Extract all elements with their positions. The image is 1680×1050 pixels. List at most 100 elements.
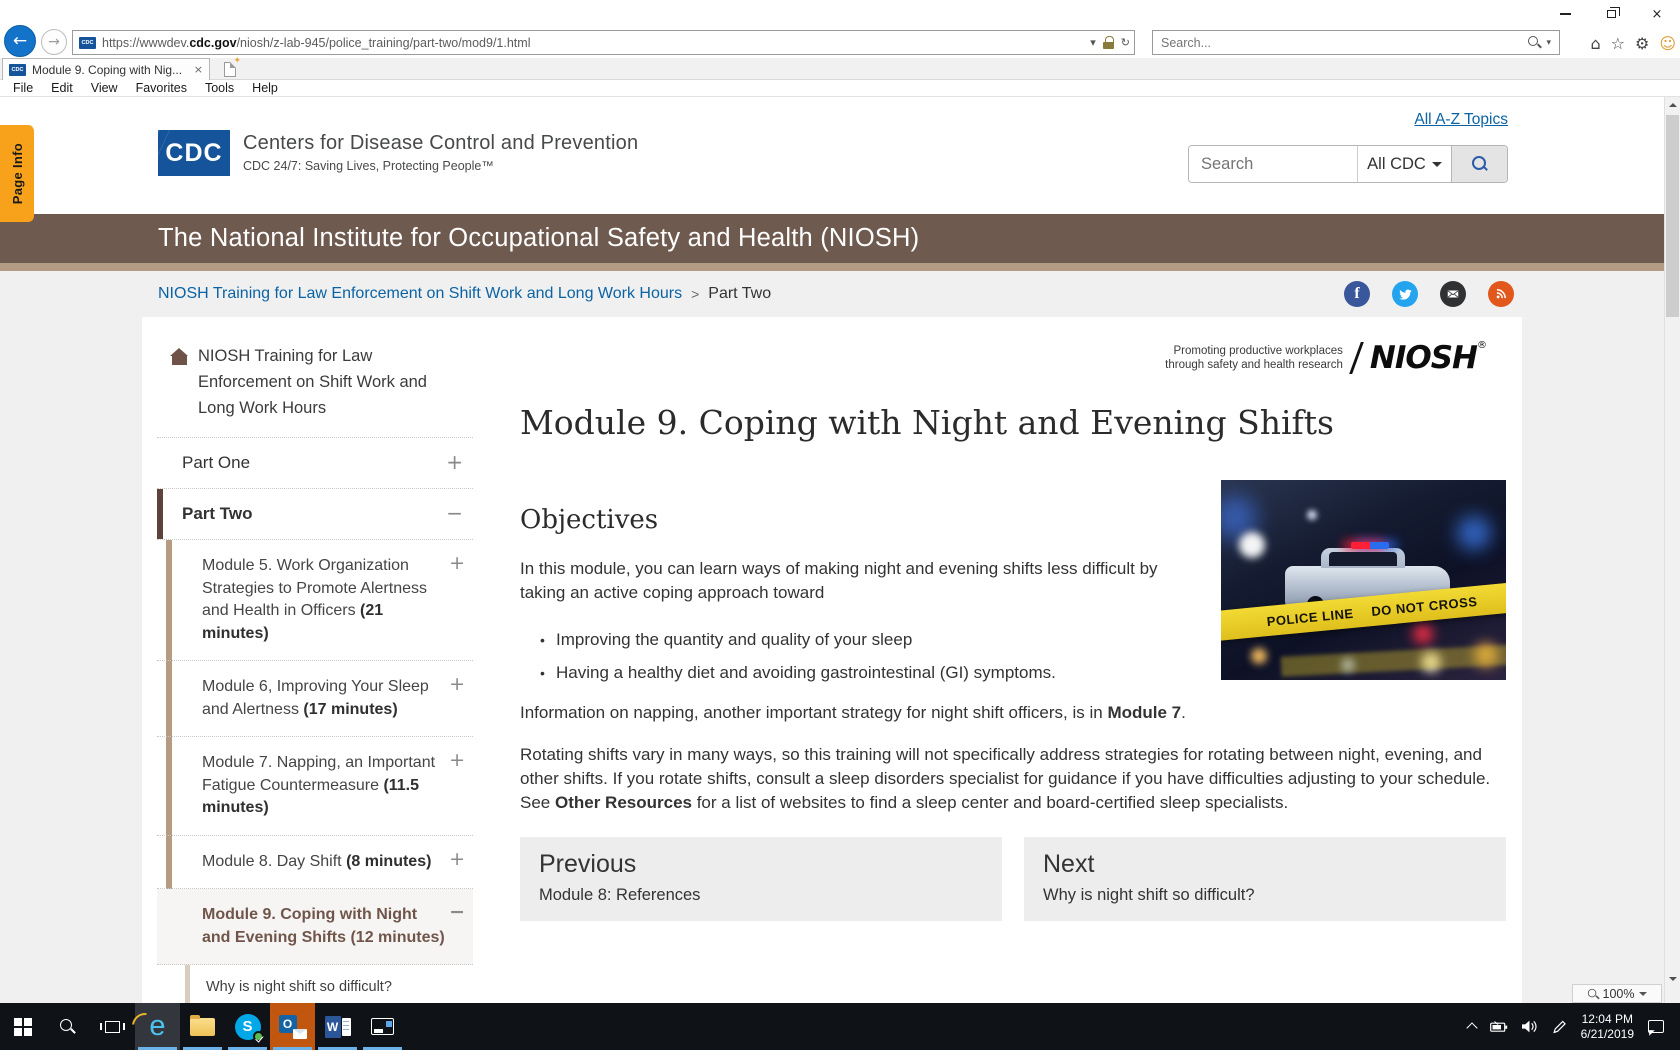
settings-gear-icon[interactable]: ⚙ xyxy=(1635,34,1649,53)
new-tab-button[interactable] xyxy=(218,55,242,79)
sidebar-modules: Module 5. Work Organization Strategies t… xyxy=(157,540,473,965)
cdc-logo-block[interactable]: CDC Centers for Disease Control and Prev… xyxy=(158,130,638,176)
refresh-icon[interactable]: ↻ xyxy=(1121,36,1130,49)
banner-stripe xyxy=(0,263,1664,271)
taskbar-outlook-icon[interactable]: O xyxy=(270,1003,315,1050)
expand-icon[interactable]: + xyxy=(449,749,465,772)
sidebar-item-module-7[interactable]: Module 7. Napping, an Important Fatigue … xyxy=(157,737,473,836)
search-icon[interactable] xyxy=(1528,36,1541,49)
syndicate-icon[interactable] xyxy=(1488,281,1514,307)
social-icons: f xyxy=(1344,271,1514,317)
collapse-icon[interactable]: − xyxy=(446,501,463,525)
cdc-search-input[interactable] xyxy=(1189,146,1357,182)
browser-search-box[interactable]: ▾ xyxy=(1152,30,1560,55)
browser-search-input[interactable] xyxy=(1161,35,1529,50)
volume-icon[interactable] xyxy=(1521,1020,1538,1033)
taskbar-window-icon[interactable] xyxy=(360,1003,405,1050)
cdc-search-scope[interactable]: All CDC xyxy=(1357,146,1451,182)
facebook-icon[interactable]: f xyxy=(1344,281,1370,307)
clock[interactable]: 12:04 PM 6/21/2019 xyxy=(1581,1012,1634,1042)
police-scene-image: POLICE LINE DO NOT CROSS xyxy=(1221,480,1506,680)
objective-bullet: Improving the quantity and quality of yo… xyxy=(540,629,1140,651)
taskbar-skype-icon[interactable]: S xyxy=(225,1003,270,1050)
previous-button[interactable]: Previous Module 8: References xyxy=(520,837,1002,921)
chevron-down-icon xyxy=(1431,161,1442,172)
sidebar-subitem[interactable]: Why is night shift so difficult? xyxy=(185,965,473,1003)
address-bar[interactable]: CDC https://wwwdev.cdc.gov/niosh/z-lab-9… xyxy=(72,30,1135,55)
vertical-scrollbar[interactable] xyxy=(1664,97,1680,1003)
taskbar-ie-icon[interactable]: e xyxy=(126,1003,180,1050)
minimize-button[interactable] xyxy=(1542,0,1588,28)
page-info-tab[interactable]: Page Info xyxy=(0,125,34,222)
cdc-logo[interactable]: CDC xyxy=(158,130,230,176)
org-name: Centers for Disease Control and Preventi… xyxy=(243,132,639,154)
zoom-magnifier-icon xyxy=(1587,988,1596,998)
scrollbar-thumb[interactable] xyxy=(1666,115,1679,317)
breadcrumb-separator: > xyxy=(691,286,700,302)
feedback-smiley-icon[interactable]: ☺ xyxy=(1659,34,1676,53)
tab-favicon: CDC xyxy=(9,63,26,76)
cdc-search-button[interactable] xyxy=(1451,146,1507,182)
tab-module9[interactable]: CDC Module 9. Coping with Nig... × xyxy=(2,58,210,80)
tray-chevron-up-icon[interactable] xyxy=(1465,1022,1478,1034)
az-topics-link[interactable]: All A-Z Topics xyxy=(1414,111,1508,129)
email-icon[interactable] xyxy=(1440,281,1466,307)
autocomplete-dropdown-icon[interactable]: ▾ xyxy=(1090,36,1096,49)
sidebar-item-module-8[interactable]: Module 8. Day Shift (8 minutes) + xyxy=(157,836,473,889)
sidebar-item-part-one[interactable]: Part One + xyxy=(157,438,473,489)
restore-icon xyxy=(1606,7,1620,18)
sidebar-item-module-6[interactable]: Module 6, Improving Your Sleep and Alert… xyxy=(157,661,473,737)
title-bar: × xyxy=(0,0,1680,28)
favorites-star-icon[interactable]: ☆ xyxy=(1611,34,1625,53)
close-button[interactable]: × xyxy=(1634,0,1680,28)
sidebar-item-part-two[interactable]: Part Two − xyxy=(157,489,473,540)
tab-title: Module 9. Coping with Nig... xyxy=(32,62,183,77)
breadcrumb: NIOSH Training for Law Enforcement on Sh… xyxy=(0,271,1664,317)
pen-icon[interactable] xyxy=(1552,1019,1567,1034)
menu-favorites[interactable]: Favorites xyxy=(127,81,196,95)
menu-file[interactable]: File xyxy=(4,81,42,95)
menu-edit[interactable]: Edit xyxy=(42,81,82,95)
sidebar-home-item[interactable]: NIOSH Training for Law Enforcement on Sh… xyxy=(170,343,473,421)
home-icon[interactable]: ⌂ xyxy=(1590,34,1600,53)
battery-icon[interactable] xyxy=(1489,1020,1508,1033)
menu-help[interactable]: Help xyxy=(243,81,287,95)
taskbar-explorer-icon[interactable] xyxy=(180,1003,225,1050)
restore-button[interactable] xyxy=(1588,0,1634,28)
search-dropdown-icon[interactable]: ▾ xyxy=(1546,38,1551,48)
other-resources-reference: Other Resources xyxy=(554,793,692,812)
sidebar-nav: NIOSH Training for Law Enforcement on Sh… xyxy=(157,317,473,1003)
explorer-icon xyxy=(190,1014,215,1036)
taskbar-word-icon[interactable]: W xyxy=(315,1003,360,1050)
taskbar-taskview-button[interactable] xyxy=(90,1003,135,1050)
menu-tools[interactable]: Tools xyxy=(196,81,243,95)
expand-icon[interactable]: + xyxy=(446,450,463,474)
skype-icon: S xyxy=(234,1013,264,1042)
twitter-icon[interactable] xyxy=(1392,281,1418,307)
next-button[interactable]: Next Why is night shift so difficult? xyxy=(1024,837,1506,921)
breadcrumb-link[interactable]: NIOSH Training for Law Enforcement on Sh… xyxy=(158,285,682,303)
cdc-search: All CDC xyxy=(1188,145,1508,183)
menu-view[interactable]: View xyxy=(82,81,127,95)
back-button[interactable]: ← xyxy=(4,25,36,57)
url-text[interactable]: https://wwwdev.cdc.gov/niosh/z-lab-945/p… xyxy=(102,36,1090,50)
page-title: Module 9. Coping with Night and Evening … xyxy=(520,403,1334,442)
expand-icon[interactable]: + xyxy=(449,673,465,696)
page-viewport: All A-Z Topics CDC Centers for Disease C… xyxy=(0,97,1664,1003)
action-center-icon[interactable] xyxy=(1648,1020,1664,1033)
scroll-up-icon[interactable] xyxy=(1669,103,1677,107)
cdc-header: All A-Z Topics CDC Centers for Disease C… xyxy=(0,97,1664,214)
taskbar-start-button[interactable] xyxy=(0,1003,45,1050)
sidebar-item-module-9[interactable]: Module 9. Coping with Night and Evening … xyxy=(157,889,473,965)
expand-icon[interactable]: + xyxy=(449,552,465,575)
forward-button[interactable]: → xyxy=(41,29,67,55)
taskbar-apps: e SOW xyxy=(0,1003,405,1050)
collapse-icon[interactable]: − xyxy=(449,901,465,924)
expand-icon[interactable]: + xyxy=(449,848,465,871)
sidebar-item-module-5[interactable]: Module 5. Work Organization Strategies t… xyxy=(157,540,473,661)
rotating-paragraph: Rotating shifts vary in many ways, so th… xyxy=(520,745,1491,812)
browser-zoom-indicator[interactable]: 100% xyxy=(1572,984,1662,1003)
tab-close-icon[interactable]: × xyxy=(194,63,203,76)
taskbar-search-button[interactable] xyxy=(45,1003,90,1050)
scroll-down-icon[interactable] xyxy=(1669,977,1677,981)
